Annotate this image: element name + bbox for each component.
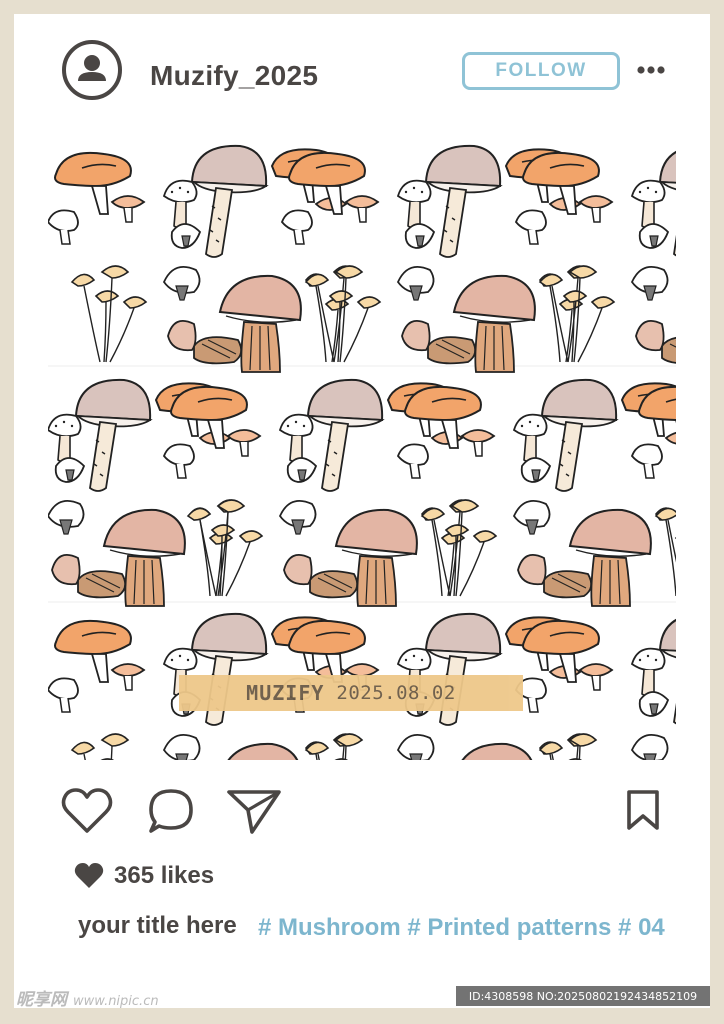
heart-filled-icon — [74, 863, 104, 888]
bookmark-icon[interactable] — [624, 788, 662, 832]
watermark-site-name: 昵享网 — [16, 990, 67, 1010]
hashtags[interactable]: # Mushroom # Printed patterns # 04 — [258, 914, 665, 942]
avatar[interactable] — [62, 40, 122, 100]
post-card: Muzify_2025 FOLLOW MUZIFY 2025.08.02 365… — [14, 14, 710, 1008]
likes-row[interactable]: 365 likes — [74, 860, 214, 892]
stamp-date: 2025.08.02 — [336, 682, 456, 704]
username[interactable]: Muzify_2025 — [150, 60, 318, 92]
paper-plane-icon[interactable] — [226, 786, 282, 836]
watermark-id: ID:4308598 NO:20250802192434852109 — [456, 986, 710, 1006]
watermark-site-url: www.nipic.cn — [73, 994, 159, 1009]
stamp-brand: MUZIFY — [246, 681, 325, 705]
date-stamp: MUZIFY 2025.08.02 — [179, 675, 523, 711]
follow-button[interactable]: FOLLOW — [462, 52, 620, 90]
watermark-site: 昵享网 www.nipic.cn — [16, 985, 159, 1010]
more-horizontal-icon[interactable] — [636, 64, 666, 76]
mushroom-pattern-image — [48, 130, 676, 760]
caption-title: your title here — [78, 912, 237, 939]
user-icon — [78, 55, 106, 81]
likes-count: 365 likes — [114, 862, 215, 889]
post-image[interactable]: MUZIFY 2025.08.02 — [48, 130, 676, 760]
heart-outline-icon[interactable] — [60, 786, 114, 836]
comment-bubble-icon[interactable] — [146, 786, 196, 836]
